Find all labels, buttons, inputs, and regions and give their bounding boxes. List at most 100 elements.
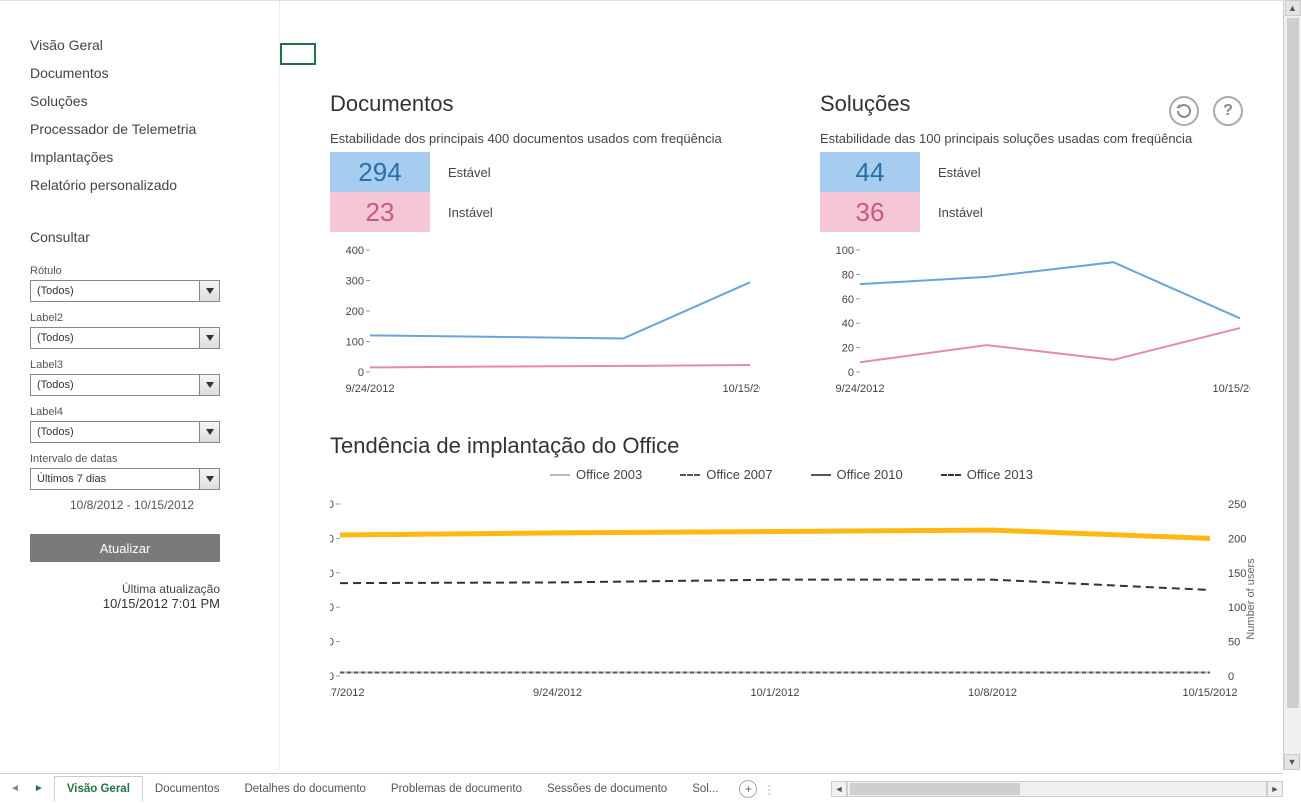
svg-text:400: 400 [346, 245, 364, 257]
hscroll-right-button[interactable]: ► [1267, 781, 1283, 797]
nav-documentos[interactable]: Documentos [30, 59, 261, 87]
svg-text:0: 0 [330, 671, 334, 683]
legend-office2007: Office 2007 [706, 467, 772, 482]
update-button[interactable]: Atualizar [30, 534, 220, 562]
tab-visao-geral[interactable]: Visão Geral [54, 776, 143, 801]
vertical-scrollbar[interactable]: ▲ ▼ [1283, 0, 1301, 770]
filter-value-label3: (Todos) [37, 379, 74, 391]
solucoes-stable-value: 44 [820, 152, 920, 192]
documentos-title: Documentos [330, 91, 760, 117]
hscroll-track[interactable] [847, 781, 1267, 797]
svg-text:Number of users: Number of users [1245, 558, 1257, 640]
last-update-label: Última atualização [30, 582, 220, 596]
hscroll-left-button[interactable]: ◄ [831, 781, 847, 797]
filter-value-rotulo: (Todos) [37, 285, 74, 297]
active-cell-indicator [280, 43, 316, 65]
tab-nav-next[interactable]: ► [32, 783, 46, 794]
chevron-down-icon [199, 281, 219, 301]
documentos-subtitle: Estabilidade dos principais 400 document… [330, 131, 760, 146]
refresh-button[interactable] [1169, 96, 1199, 126]
svg-text:20: 20 [842, 343, 854, 355]
nav-relatorio-personalizado[interactable]: Relatório personalizado [30, 171, 261, 199]
svg-text:150: 150 [1228, 568, 1246, 580]
legend-office2003: Office 2003 [576, 467, 642, 482]
solucoes-stable-label: Estável [938, 165, 981, 180]
svg-text:100: 100 [330, 602, 334, 614]
svg-text:200: 200 [346, 306, 364, 318]
date-range-text: 10/8/2012 - 10/15/2012 [70, 498, 261, 512]
chevron-down-icon [199, 328, 219, 348]
svg-text:100: 100 [836, 245, 854, 257]
tab-sessoes-documento[interactable]: Sessões de documento [535, 777, 680, 801]
nav-solucoes[interactable]: Soluções [30, 87, 261, 115]
filter-value-intervalo: Últimos 7 dias [37, 473, 106, 485]
scroll-down-button[interactable]: ▼ [1284, 754, 1300, 770]
add-sheet-button[interactable]: + [739, 780, 757, 798]
tab-menu-icon[interactable]: ⋮ [763, 782, 775, 796]
tab-documentos[interactable]: Documentos [143, 777, 233, 801]
tab-problemas-documento[interactable]: Problemas de documento [379, 777, 535, 801]
svg-text:250: 250 [1228, 499, 1246, 511]
svg-text:50: 50 [330, 637, 334, 649]
solucoes-unstable-value: 36 [820, 192, 920, 232]
svg-text:200: 200 [1228, 533, 1246, 545]
svg-text:40: 40 [842, 318, 854, 330]
svg-text:10/8/2012: 10/8/2012 [968, 687, 1017, 699]
nav-implantacoes[interactable]: Implantações [30, 143, 261, 171]
filter-value-label2: (Todos) [37, 332, 74, 344]
svg-text:80: 80 [842, 269, 854, 281]
documentos-stable-value: 294 [330, 152, 430, 192]
main-content: ? Documentos Estabilidade dos principais… [280, 1, 1283, 770]
svg-text:50: 50 [1228, 637, 1240, 649]
documentos-stable-label: Estável [448, 165, 491, 180]
svg-text:10/15/2012: 10/15/2012 [722, 383, 760, 395]
help-button[interactable]: ? [1213, 96, 1243, 126]
svg-text:60: 60 [842, 294, 854, 306]
hscroll-thumb[interactable] [850, 783, 1020, 795]
tab-sol[interactable]: Sol... [680, 777, 731, 801]
filter-select-rotulo[interactable]: (Todos) [30, 280, 220, 302]
svg-text:300: 300 [346, 276, 364, 288]
svg-text:250: 250 [330, 499, 334, 511]
solucoes-subtitle: Estabilidade das 100 principais soluções… [820, 131, 1250, 146]
documentos-unstable-value: 23 [330, 192, 430, 232]
svg-text:0: 0 [848, 367, 854, 379]
svg-text:9/24/2012: 9/24/2012 [836, 383, 885, 395]
filter-label-rotulo: Rótulo [30, 265, 261, 277]
svg-text:10/1/2012: 10/1/2012 [751, 687, 800, 699]
filter-select-label4[interactable]: (Todos) [30, 421, 220, 443]
filter-label-label4: Label4 [30, 406, 261, 418]
refresh-icon [1176, 103, 1192, 119]
trend-title: Tendência de implantação do Office [330, 433, 1253, 459]
documentos-unstable-label: Instável [448, 205, 493, 220]
svg-text:100: 100 [1228, 602, 1246, 614]
filter-label-intervalo: Intervalo de datas [30, 453, 261, 465]
svg-text:100: 100 [346, 337, 364, 349]
horizontal-scrollbar[interactable]: ◄ ► [831, 781, 1283, 797]
filter-select-label3[interactable]: (Todos) [30, 374, 220, 396]
vertical-scroll-thumb[interactable] [1287, 18, 1299, 708]
solucoes-unstable-label: Instável [938, 205, 983, 220]
svg-text:150: 150 [330, 568, 334, 580]
filter-select-intervalo[interactable]: Últimos 7 dias [30, 468, 220, 490]
tab-detalhes-documento[interactable]: Detalhes do documento [232, 777, 378, 801]
tab-nav-prev[interactable]: ◄ [8, 783, 22, 794]
chevron-down-icon [199, 422, 219, 442]
svg-text:10/15/2012: 10/15/2012 [1212, 383, 1250, 395]
documentos-section: Documentos Estabilidade dos principais 4… [330, 91, 760, 403]
svg-text:9/24/2012: 9/24/2012 [533, 687, 582, 699]
consultar-heading: Consultar [30, 229, 261, 245]
svg-text:10/15/2012: 10/15/2012 [1182, 687, 1237, 699]
trend-chart: 0 50 100 150 200 250 9/17/2012 9/24/2012 10/1/20… [330, 494, 1260, 704]
legend-office2010: Office 2010 [837, 467, 903, 482]
svg-text:9/17/2012: 9/17/2012 [330, 687, 364, 699]
svg-text:0: 0 [1228, 671, 1234, 683]
nav-processador-telemetria[interactable]: Processador de Telemetria [30, 115, 261, 143]
svg-text:0: 0 [358, 367, 364, 379]
sidebar: Visão Geral Documentos Soluções Processa… [0, 1, 280, 770]
legend-office2013: Office 2013 [967, 467, 1033, 482]
filter-select-label2[interactable]: (Todos) [30, 327, 220, 349]
scroll-up-button[interactable]: ▲ [1285, 0, 1301, 16]
svg-text:200: 200 [330, 533, 334, 545]
nav-visao-geral[interactable]: Visão Geral [30, 31, 261, 59]
